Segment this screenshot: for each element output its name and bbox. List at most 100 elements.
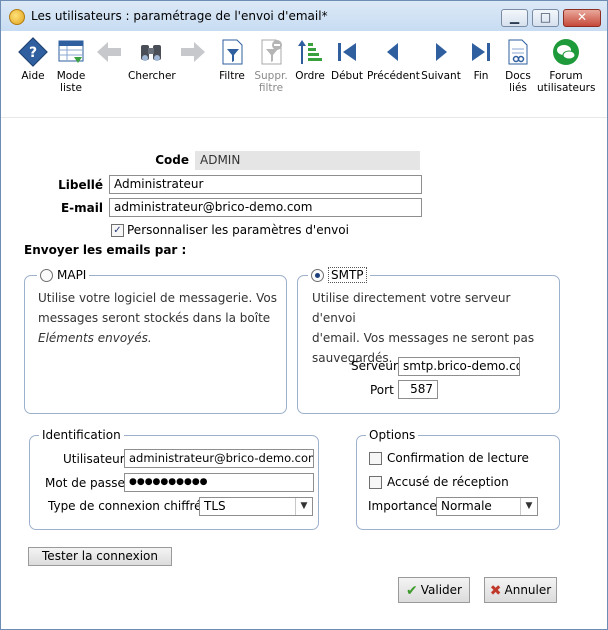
- delivery-receipt-checkbox[interactable]: [369, 476, 382, 489]
- cancel-button[interactable]: ✖ Annuler: [484, 577, 557, 603]
- forum-label: Forum utilisateurs: [537, 70, 596, 94]
- forum-button[interactable]: Forum utilisateurs: [537, 37, 595, 94]
- checkmark-icon: ✔: [406, 582, 418, 599]
- minimize-button[interactable]: ▁: [501, 9, 528, 27]
- email-input[interactable]: administrateur@brico-demo.com: [109, 198, 422, 217]
- importance-select[interactable]: Normale ▼: [436, 497, 538, 516]
- smtp-description: Utilise directement votre serveur d'envo…: [312, 288, 557, 368]
- sort-order-icon: [295, 37, 325, 67]
- next-arrow-button[interactable]: [177, 37, 209, 70]
- user-input[interactable]: administrateur@brico-demo.com: [124, 449, 314, 468]
- previous-record-button[interactable]: Précédent: [367, 37, 420, 82]
- port-input[interactable]: 587: [398, 380, 438, 399]
- server-input[interactable]: smtp.brico-demo.com: [398, 357, 520, 376]
- label-label: Libellé: [58, 178, 103, 192]
- cancel-x-icon: ✖: [489, 582, 502, 599]
- maximize-button[interactable]: □: [532, 9, 559, 27]
- app-icon: [9, 9, 25, 25]
- connection-type-label: Type de connexion chiffrée: [48, 499, 209, 513]
- filter-label: Filtre: [219, 70, 245, 82]
- list-mode-icon: [56, 37, 86, 67]
- remove-filter-button[interactable]: Suppr. filtre: [251, 37, 291, 94]
- mapi-radio-label: MAPI: [57, 268, 87, 282]
- search-button[interactable]: Chercher: [128, 37, 176, 82]
- send-by-label: Envoyer les emails par :: [24, 243, 187, 257]
- close-button[interactable]: ✕: [563, 9, 601, 27]
- search-label: Chercher: [128, 70, 176, 82]
- mapi-desc-line-3: Eléments envoyés.: [38, 331, 152, 345]
- custom-settings-checkbox[interactable]: ✓: [111, 224, 124, 237]
- server-label: Serveur: [351, 359, 398, 373]
- password-input[interactable]: ●●●●●●●●●●: [124, 473, 314, 492]
- window-title: Les utilisateurs : paramétrage de l'envo…: [31, 9, 328, 23]
- importance-label: Importance: [368, 499, 437, 513]
- code-field: ADMIN: [195, 151, 420, 170]
- toolbar-divider: [1, 117, 607, 118]
- first-record-icon: [332, 37, 362, 67]
- first-record-button[interactable]: Début: [329, 37, 365, 82]
- email-settings-window: Les utilisateurs : paramétrage de l'envo…: [0, 0, 608, 630]
- filter-button[interactable]: Filtre: [214, 37, 250, 82]
- chevron-down-icon: ▼: [520, 498, 537, 515]
- linked-docs-label: Docs liés: [505, 70, 531, 94]
- linked-docs-icon: [503, 37, 533, 67]
- validate-button[interactable]: ✔ Valider: [398, 577, 470, 603]
- first-record-label: Début: [331, 70, 363, 82]
- mapi-radio[interactable]: [40, 269, 53, 282]
- help-label: Aide: [21, 70, 45, 82]
- options-legend: Options: [366, 428, 419, 442]
- cancel-label: Annuler: [504, 583, 552, 597]
- previous-record-icon: [378, 37, 408, 67]
- port-label: Port: [370, 383, 394, 397]
- delivery-receipt-label: Accusé de réception: [387, 475, 509, 489]
- linked-docs-button[interactable]: Docs liés: [501, 37, 535, 94]
- custom-settings-label: Personnaliser les paramètres d'envoi: [127, 223, 349, 237]
- binoculars-icon: [136, 37, 166, 67]
- svg-text:?: ?: [29, 45, 37, 61]
- email-label: E-mail: [60, 201, 103, 215]
- code-label: Code: [155, 153, 189, 167]
- previous-arrow-button[interactable]: [93, 37, 125, 70]
- last-record-button[interactable]: Fin: [465, 37, 497, 82]
- read-receipt-label: Confirmation de lecture: [387, 451, 529, 465]
- read-receipt-checkbox[interactable]: [369, 452, 382, 465]
- previous-record-label: Précédent: [367, 70, 420, 82]
- last-record-icon: [466, 37, 496, 67]
- arrow-right-icon: [178, 37, 208, 67]
- label-input[interactable]: Administrateur: [109, 175, 422, 194]
- title-bar: Les utilisateurs : paramétrage de l'envo…: [1, 1, 607, 32]
- help-icon: ?: [18, 37, 48, 67]
- order-button[interactable]: Ordre: [292, 37, 328, 82]
- forum-chat-icon: [551, 37, 581, 67]
- last-record-label: Fin: [473, 70, 489, 82]
- next-record-button[interactable]: Suivant: [420, 37, 462, 82]
- test-connection-button[interactable]: Tester la connexion: [28, 547, 172, 566]
- mapi-legend: MAPI: [37, 268, 90, 282]
- next-record-label: Suivant: [421, 70, 461, 82]
- connection-type-select[interactable]: TLS ▼: [199, 497, 313, 516]
- smtp-legend: SMTP: [308, 267, 370, 283]
- list-mode-button[interactable]: Mode liste: [51, 37, 91, 94]
- order-label: Ordre: [295, 70, 325, 82]
- chevron-down-icon: ▼: [295, 498, 312, 515]
- mapi-desc-line-2: messages seront stockés dans la boîte: [38, 311, 271, 325]
- mapi-desc-line-1: Utilise votre logiciel de messagerie. Vo…: [38, 291, 277, 305]
- smtp-radio[interactable]: [311, 269, 324, 282]
- arrow-left-icon: [94, 37, 124, 67]
- filter-icon: [217, 37, 247, 67]
- importance-value: Normale: [441, 499, 492, 513]
- password-label: Mot de passe: [45, 476, 125, 490]
- smtp-desc-line-2: d'email. Vos messages ne seront pas: [312, 331, 535, 345]
- toolbar: ? Aide Mode liste Chercher Filtre Suppr.…: [1, 31, 607, 103]
- smtp-desc-line-1: Utilise directement votre serveur d'envo…: [312, 291, 511, 325]
- identification-legend: Identification: [39, 428, 124, 442]
- mapi-description: Utilise votre logiciel de messagerie. Vo…: [38, 288, 283, 348]
- list-mode-label: Mode liste: [56, 70, 86, 94]
- smtp-radio-label: SMTP: [328, 267, 367, 283]
- remove-filter-icon: [256, 37, 286, 67]
- connection-type-value: TLS: [204, 499, 226, 513]
- help-button[interactable]: ? Aide: [13, 37, 53, 82]
- remove-filter-label: Suppr. filtre: [254, 70, 288, 94]
- next-record-icon: [426, 37, 456, 67]
- user-label: Utilisateur: [63, 452, 125, 466]
